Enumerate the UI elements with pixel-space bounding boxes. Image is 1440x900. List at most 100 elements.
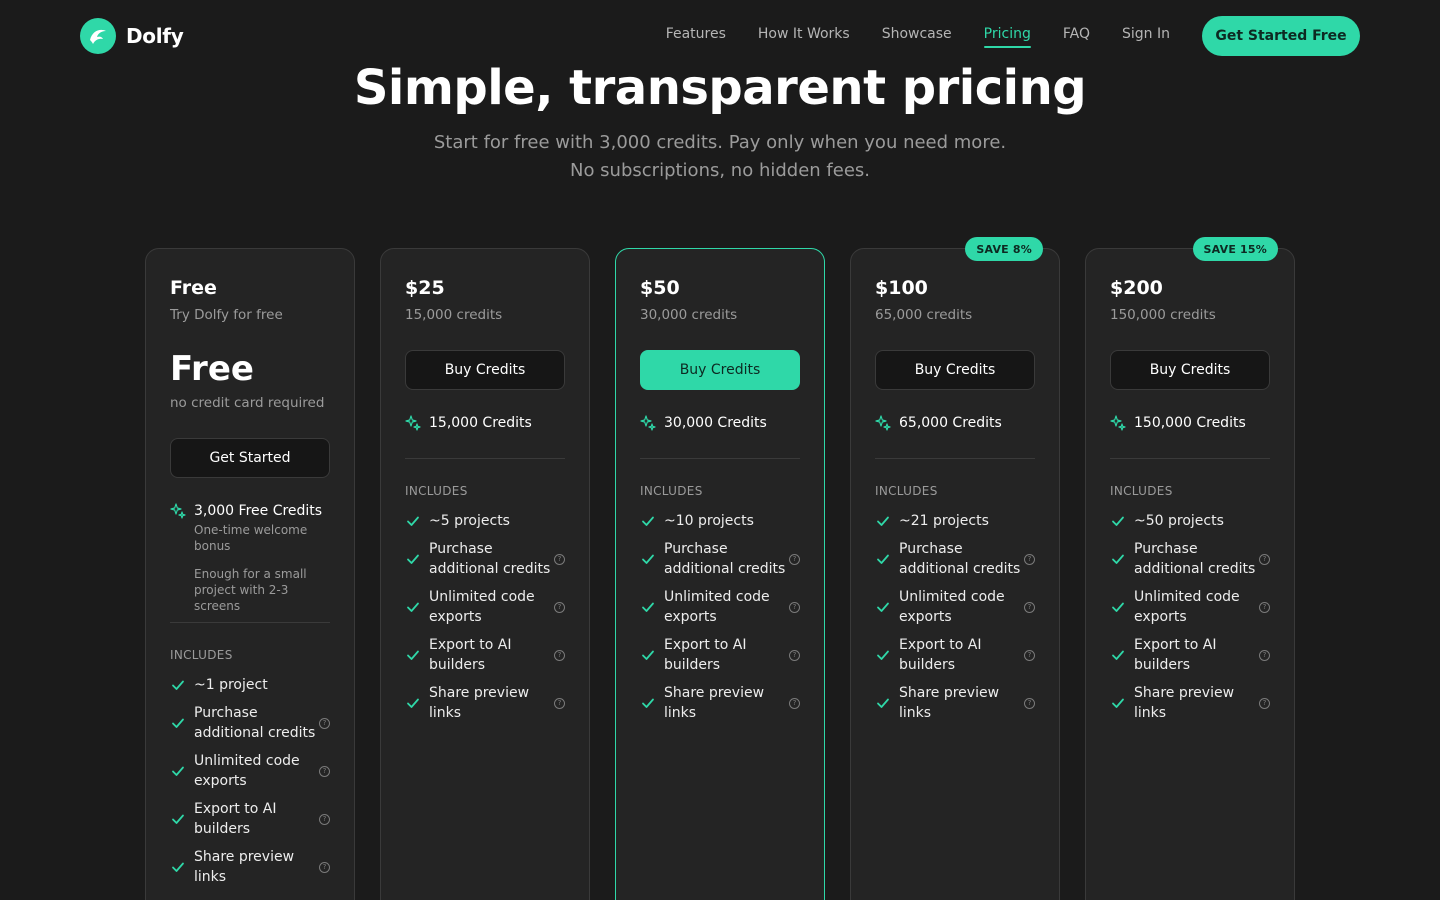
check-icon xyxy=(172,680,184,690)
buy-credits-button[interactable]: Buy Credits xyxy=(640,350,800,390)
feature-text: Share preview links xyxy=(429,685,530,721)
check-icon xyxy=(172,862,184,872)
help-icon[interactable]: ? xyxy=(554,697,565,709)
help-icon[interactable]: ? xyxy=(1259,697,1270,709)
sparkle-icon xyxy=(640,415,656,431)
sparkle-icon xyxy=(405,415,421,431)
sparkle-icon xyxy=(170,503,186,519)
feature-item: Unlimited code exports ? xyxy=(1110,587,1270,627)
includes-label: INCLUDES xyxy=(1110,484,1173,498)
divider xyxy=(640,458,800,459)
credits-label: 30,000 Credits xyxy=(664,415,767,431)
feature-text: Purchase additional credits xyxy=(429,541,551,577)
feature-text: Purchase additional credits xyxy=(1134,541,1256,577)
help-icon[interactable]: ? xyxy=(789,601,800,613)
pricing-card-50: $50 30,000 credits Buy Credits 30,000 Cr… xyxy=(615,248,825,900)
plan-name: $25 xyxy=(405,277,445,299)
plan-description: 15,000 credits xyxy=(405,307,503,323)
nav-link-pricing[interactable]: Pricing xyxy=(983,26,1032,48)
feature-text: ~1 project xyxy=(194,677,268,693)
buy-credits-button[interactable]: Buy Credits xyxy=(405,350,565,390)
feature-text: Purchase additional credits xyxy=(899,541,1021,577)
nav-link-faq[interactable]: FAQ xyxy=(1063,26,1090,48)
help-icon[interactable]: ? xyxy=(319,861,330,873)
get-started-free-button[interactable]: Get Started Free xyxy=(1202,16,1360,56)
help-icon[interactable]: ? xyxy=(319,813,330,825)
plan-name: $200 xyxy=(1110,277,1163,299)
help-icon[interactable]: ? xyxy=(1259,649,1270,661)
price-note: no credit card required xyxy=(170,395,325,411)
help-icon[interactable]: ? xyxy=(1024,601,1035,613)
feature-item: Share preview links ? xyxy=(875,683,1035,723)
help-icon[interactable]: ? xyxy=(319,717,330,729)
brand[interactable]: Dolfy xyxy=(80,18,184,54)
dolphin-logo-icon xyxy=(80,18,116,54)
divider xyxy=(875,458,1035,459)
help-icon[interactable]: ? xyxy=(319,765,330,777)
help-icon[interactable]: ? xyxy=(1024,697,1035,709)
feature-text: Unlimited code exports xyxy=(1134,589,1240,625)
help-icon[interactable]: ? xyxy=(554,649,565,661)
feature-text: Unlimited code exports xyxy=(664,589,770,625)
feature-item: Purchase additional credits ? xyxy=(875,539,1035,579)
feature-item: ~5 projects xyxy=(405,511,565,531)
credits-label: 3,000 Free Credits xyxy=(194,503,323,519)
feature-text: Export to AI builders xyxy=(664,637,747,673)
check-icon xyxy=(642,516,654,526)
feature-text: Share preview links xyxy=(664,685,765,721)
check-icon xyxy=(1112,650,1124,660)
check-icon xyxy=(407,650,419,660)
check-icon xyxy=(642,698,654,708)
help-icon[interactable]: ? xyxy=(1259,553,1270,565)
nav-link-showcase[interactable]: Showcase xyxy=(882,26,952,48)
feature-item: Export to AI builders ? xyxy=(405,635,565,675)
feature-item: Share preview links ? xyxy=(640,683,800,723)
feature-item: Export to AI builders ? xyxy=(640,635,800,675)
sparkle-icon xyxy=(1110,415,1126,431)
nav-link-features[interactable]: Features xyxy=(666,26,726,48)
includes-label: INCLUDES xyxy=(875,484,938,498)
feature-text: Unlimited code exports xyxy=(429,589,535,625)
pricing-card-200: SAVE 15% $200 150,000 credits Buy Credit… xyxy=(1085,237,1295,900)
help-icon[interactable]: ? xyxy=(554,601,565,613)
check-icon xyxy=(642,650,654,660)
check-icon xyxy=(877,698,889,708)
get-started-button[interactable]: Get Started xyxy=(170,438,330,478)
feature-item: Purchase additional credits ? xyxy=(1110,539,1270,579)
help-icon[interactable]: ? xyxy=(554,553,565,565)
help-icon[interactable]: ? xyxy=(789,649,800,661)
pricing-card-25: $25 15,000 credits Buy Credits 15,000 Cr… xyxy=(380,248,590,900)
nav-link-sign-in[interactable]: Sign In xyxy=(1122,26,1170,48)
plan-name: Free xyxy=(170,277,217,299)
nav-links: Features How It Works Showcase Pricing F… xyxy=(666,26,1170,48)
credits-label: 65,000 Credits xyxy=(899,415,1002,431)
credits-row: 30,000 Credits xyxy=(640,415,767,431)
feature-text: ~21 projects xyxy=(899,513,989,529)
help-icon[interactable]: ? xyxy=(1259,601,1270,613)
feature-text: ~10 projects xyxy=(664,513,754,529)
sparkle-icon xyxy=(875,415,891,431)
help-icon[interactable]: ? xyxy=(1024,649,1035,661)
feature-text: Share preview links xyxy=(899,685,1000,721)
buy-credits-button[interactable]: Buy Credits xyxy=(875,350,1035,390)
nav-link-how-it-works[interactable]: How It Works xyxy=(758,26,850,48)
divider xyxy=(170,622,330,623)
check-icon xyxy=(877,650,889,660)
check-icon xyxy=(407,554,419,564)
check-icon xyxy=(1112,516,1124,526)
feature-item: Unlimited code exports ? xyxy=(640,587,800,627)
feature-text: Export to AI builders xyxy=(429,637,512,673)
plan-description: 150,000 credits xyxy=(1110,307,1216,323)
check-icon xyxy=(172,766,184,776)
help-icon[interactable]: ? xyxy=(789,553,800,565)
feature-text: Unlimited code exports xyxy=(194,753,300,789)
divider xyxy=(1110,458,1270,459)
feature-text: ~5 projects xyxy=(429,513,510,529)
includes-label: INCLUDES xyxy=(640,484,703,498)
buy-credits-button[interactable]: Buy Credits xyxy=(1110,350,1270,390)
pricing-card-free: Free Try Dolfy for free Free no credit c… xyxy=(145,248,355,900)
help-icon[interactable]: ? xyxy=(1024,553,1035,565)
feature-item: Share preview links ? xyxy=(170,847,330,887)
feature-text: Unlimited code exports xyxy=(899,589,1005,625)
help-icon[interactable]: ? xyxy=(789,697,800,709)
